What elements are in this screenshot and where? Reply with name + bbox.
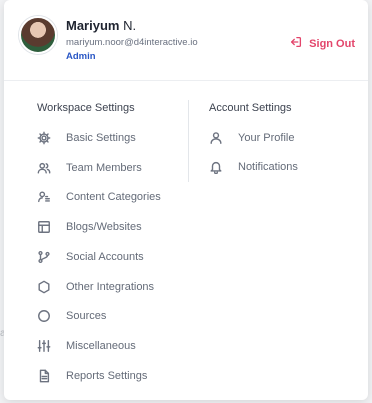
avatar: [19, 16, 57, 54]
user-name: Mariyum N.: [66, 18, 137, 33]
sliders-icon: [37, 339, 51, 353]
menu-item-label: Team Members: [66, 162, 142, 174]
layout-icon: [37, 220, 51, 234]
menu-item-team-members[interactable]: Team Members: [37, 160, 142, 176]
sign-out-icon: [289, 35, 303, 52]
gear-icon: [37, 131, 51, 145]
menu-item-sources[interactable]: Sources: [37, 308, 106, 324]
menu-item-content-categories[interactable]: Content Categories: [37, 189, 161, 205]
menu-item-label: Sources: [66, 310, 107, 322]
user-icon: [209, 131, 223, 145]
document-icon: [37, 369, 51, 383]
menu-item-notifications[interactable]: Notifications: [209, 159, 298, 175]
menu-item-blogs-websites[interactable]: Blogs/Websites: [37, 219, 142, 235]
menu-item-reports-settings[interactable]: Reports Settings: [37, 368, 147, 384]
menu-item-label: Reports Settings: [66, 370, 148, 382]
account-settings-title: Account Settings: [209, 102, 292, 114]
menu-item-miscellaneous[interactable]: Miscellaneous: [37, 338, 136, 354]
user-header: Mariyum N. mariyum.noor@d4interactive.io…: [4, 0, 368, 81]
menu-item-label: Your Profile: [238, 132, 295, 144]
menu-item-label: Other Integrations: [66, 281, 155, 293]
account-dropdown-panel: Mariyum N. mariyum.noor@d4interactive.io…: [4, 0, 368, 400]
menu-item-label: Blogs/Websites: [66, 221, 142, 233]
menu-item-label: Social Accounts: [66, 251, 144, 263]
workspace-settings-title: Workspace Settings: [37, 102, 135, 114]
users-icon: [37, 161, 51, 175]
user-list-icon: [37, 190, 51, 204]
menu-item-label: Content Categories: [66, 191, 161, 203]
sign-out-button[interactable]: Sign Out: [289, 35, 355, 52]
menu-item-basic-settings[interactable]: Basic Settings: [37, 130, 136, 146]
menu-item-label: Notifications: [238, 161, 298, 173]
menu-item-social-accounts[interactable]: Social Accounts: [37, 249, 144, 265]
user-email: mariyum.noor@d4interactive.io: [66, 37, 198, 48]
sign-out-label: Sign Out: [309, 37, 355, 50]
menu-item-label: Miscellaneous: [66, 340, 136, 352]
user-role: Admin: [66, 51, 96, 62]
git-branch-icon: [37, 250, 51, 264]
bell-icon: [209, 160, 223, 174]
menu-item-other-integrations[interactable]: Other Integrations: [37, 279, 154, 295]
menu-item-your-profile[interactable]: Your Profile: [209, 130, 294, 146]
hexagon-icon: [37, 280, 51, 294]
menu-item-label: Basic Settings: [66, 132, 136, 144]
circle-icon: [37, 309, 51, 323]
column-divider: [188, 100, 189, 182]
